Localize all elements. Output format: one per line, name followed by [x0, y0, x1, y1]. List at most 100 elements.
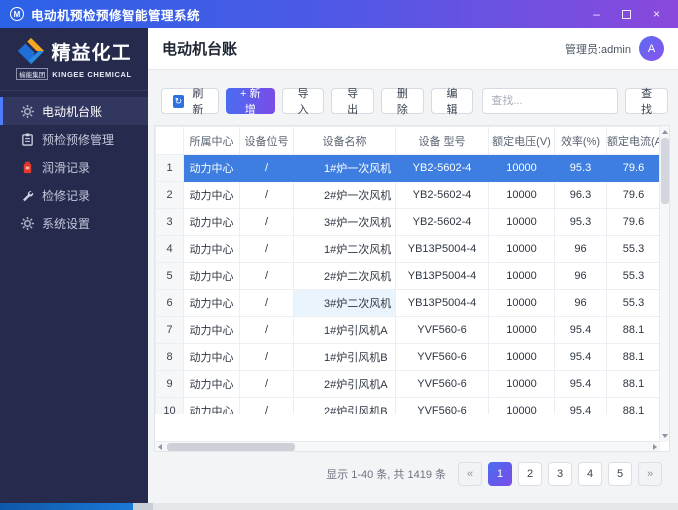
next-page-button[interactable]: »	[638, 462, 662, 486]
cell-voltage[interactable]: 10000	[488, 262, 555, 290]
cell-center[interactable]: 动力中心	[183, 316, 240, 344]
add-button[interactable]: + 新增	[225, 88, 275, 116]
column-header[interactable]: 额定电压(V)	[488, 126, 555, 155]
cell-efficiency[interactable]: 96	[554, 235, 607, 263]
cell-center[interactable]: 动力中心	[183, 289, 240, 317]
cell-name[interactable]: 3#炉一次风机	[293, 208, 396, 236]
cell-model[interactable]: YB2-5602-4	[395, 181, 489, 209]
cell-efficiency[interactable]: 96	[554, 262, 607, 290]
cell-model[interactable]: YVF560-6	[395, 397, 489, 414]
vertical-scroll-thumb[interactable]	[661, 138, 669, 204]
export-button[interactable]: 导出	[331, 88, 374, 116]
table-row[interactable]: 1 动力中心/1#炉一次风机 YB2-5602-4 10000 95.3 79.6	[155, 154, 661, 182]
cell-voltage[interactable]: 10000	[488, 181, 555, 209]
cell-efficiency[interactable]: 95.3	[554, 208, 607, 236]
column-header[interactable]: 设备位号	[239, 126, 294, 155]
scroll-left-icon[interactable]	[158, 444, 162, 450]
cell-center[interactable]: 动力中心	[183, 154, 240, 182]
cell-model[interactable]: YB13P5004-4	[395, 235, 489, 263]
maximize-icon[interactable]	[621, 9, 631, 19]
cell-voltage[interactable]: 10000	[488, 208, 555, 236]
cell-name[interactable]: 1#炉引风机A	[293, 316, 396, 344]
cell-model[interactable]: YB13P5004-4	[395, 262, 489, 290]
sidebar-item-lubrication[interactable]: 润滑记录	[0, 153, 148, 181]
sidebar-item-motor-ledger[interactable]: 电动机台账	[0, 97, 148, 125]
table-row[interactable]: 9 动力中心/2#炉引风机A YVF560-6 10000 95.4 88.1	[155, 370, 661, 398]
cell-voltage[interactable]: 10000	[488, 370, 555, 398]
cell-name[interactable]: 2#炉引风机B	[293, 397, 396, 414]
edit-button[interactable]: 编辑	[430, 88, 474, 116]
cell-current[interactable]: 79.6	[606, 154, 661, 182]
minimize-icon[interactable]: –	[593, 8, 600, 20]
column-header[interactable]: 效率(%)	[554, 126, 607, 155]
cell-current[interactable]: 88.1	[606, 370, 661, 398]
scroll-up-icon[interactable]	[662, 130, 668, 134]
cell-model[interactable]: YVF560-6	[395, 343, 489, 371]
delete-button[interactable]: 删除	[381, 88, 424, 116]
cell-center[interactable]: 动力中心	[183, 208, 240, 236]
cell-current[interactable]: 88.1	[606, 343, 661, 371]
cell-center[interactable]: 动力中心	[183, 262, 240, 290]
cell-model[interactable]: YB2-5602-4	[395, 208, 489, 236]
avatar[interactable]: A	[639, 36, 664, 61]
prev-page-button[interactable]: «	[458, 462, 482, 486]
cell-tag[interactable]: /	[239, 343, 294, 371]
close-icon[interactable]: ×	[653, 8, 660, 20]
scroll-right-icon[interactable]	[653, 444, 657, 450]
cell-current[interactable]: 55.3	[606, 262, 661, 290]
horizontal-scroll-thumb[interactable]	[167, 443, 295, 451]
cell-tag[interactable]: /	[239, 154, 294, 182]
search-button[interactable]: 查找	[625, 88, 669, 116]
column-header[interactable]: 设备名称	[293, 126, 396, 155]
table-row[interactable]: 2 动力中心/2#炉一次风机 YB2-5602-4 10000 96.3 79.6	[155, 181, 661, 209]
page-button-5[interactable]: 5	[608, 462, 632, 486]
table-row[interactable]: 5 动力中心/2#炉二次风机 YB13P5004-4 10000 96 55.3	[155, 262, 661, 290]
scroll-down-icon[interactable]	[662, 434, 668, 438]
cell-efficiency[interactable]: 95.4	[554, 397, 607, 414]
cell-center[interactable]: 动力中心	[183, 397, 240, 414]
cell-model[interactable]: YVF560-6	[395, 316, 489, 344]
cell-model[interactable]: YB2-5602-4	[395, 154, 489, 182]
table-row[interactable]: 10 动力中心/2#炉引风机B YVF560-6 10000 95.4 88.1	[155, 397, 661, 414]
sidebar-item-settings[interactable]: 系统设置	[0, 209, 148, 237]
cell-current[interactable]: 88.1	[606, 397, 661, 414]
cell-center[interactable]: 动力中心	[183, 343, 240, 371]
column-header[interactable]: 所属中心	[183, 126, 240, 155]
cell-voltage[interactable]: 10000	[488, 397, 555, 414]
cell-current[interactable]: 79.6	[606, 181, 661, 209]
cell-name[interactable]: 1#炉二次风机	[293, 235, 396, 263]
cell-efficiency[interactable]: 95.4	[554, 370, 607, 398]
page-button-1[interactable]: 1	[488, 462, 512, 486]
sidebar-item-preinspect[interactable]: 预检预修管理	[0, 125, 148, 153]
cell-efficiency[interactable]: 95.4	[554, 343, 607, 371]
cell-name[interactable]: 1#炉引风机B	[293, 343, 396, 371]
cell-tag[interactable]: /	[239, 289, 294, 317]
cell-name[interactable]: 3#炉二次风机	[293, 289, 396, 317]
cell-efficiency[interactable]: 96	[554, 289, 607, 317]
cell-name[interactable]: 2#炉二次风机	[293, 262, 396, 290]
page-button-4[interactable]: 4	[578, 462, 602, 486]
cell-current[interactable]: 55.3	[606, 289, 661, 317]
table-row[interactable]: 4 动力中心/1#炉二次风机 YB13P5004-4 10000 96 55.3	[155, 235, 661, 263]
column-header[interactable]: 设备 型号	[395, 126, 489, 155]
cell-center[interactable]: 动力中心	[183, 235, 240, 263]
cell-tag[interactable]: /	[239, 397, 294, 414]
cell-model[interactable]: YB13P5004-4	[395, 289, 489, 317]
table-row[interactable]: 8 动力中心/1#炉引风机B YVF560-6 10000 95.4 88.1	[155, 343, 661, 371]
cell-name[interactable]: 1#炉一次风机	[293, 154, 396, 182]
cell-efficiency[interactable]: 96.3	[554, 181, 607, 209]
table-row[interactable]: 7 动力中心/1#炉引风机A YVF560-6 10000 95.4 88.1	[155, 316, 661, 344]
page-button-2[interactable]: 2	[518, 462, 542, 486]
import-button[interactable]: 导入	[281, 88, 325, 116]
cell-efficiency[interactable]: 95.3	[554, 154, 607, 182]
cell-tag[interactable]: /	[239, 316, 294, 344]
cell-efficiency[interactable]: 95.4	[554, 316, 607, 344]
cell-tag[interactable]: /	[239, 208, 294, 236]
table-row[interactable]: 3 动力中心/3#炉一次风机 YB2-5602-4 10000 95.3 79.6	[155, 208, 661, 236]
cell-model[interactable]: YVF560-6	[395, 370, 489, 398]
cell-voltage[interactable]: 10000	[488, 154, 555, 182]
column-header[interactable]: 额定电流(A)	[606, 126, 661, 155]
cell-tag[interactable]: /	[239, 235, 294, 263]
vertical-scrollbar[interactable]	[659, 126, 669, 442]
cell-tag[interactable]: /	[239, 370, 294, 398]
